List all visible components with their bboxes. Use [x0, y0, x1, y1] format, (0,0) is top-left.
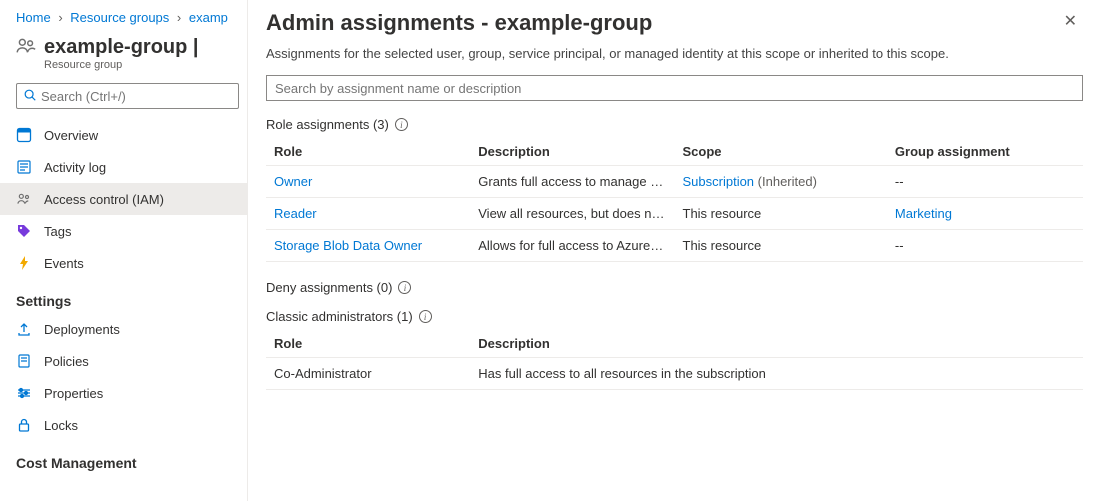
table-row[interactable]: Co-Administrator Has full access to all … — [266, 358, 1083, 390]
breadcrumb-item[interactable]: Resource groups — [70, 10, 169, 25]
sidebar-section-cost-management: Cost Management — [0, 441, 247, 475]
panel-search-input[interactable] — [267, 76, 1082, 100]
sidebar-item-overview[interactable]: Overview — [0, 119, 247, 151]
sidebar-item-label: Policies — [44, 354, 89, 369]
sidebar-item-label: Access control (IAM) — [44, 192, 164, 207]
breadcrumb: Home › Resource groups › examp — [0, 6, 247, 31]
col-description[interactable]: Description — [470, 138, 674, 166]
col-role[interactable]: Role — [266, 330, 470, 358]
sidebar-search[interactable] — [16, 83, 239, 109]
people-icon — [16, 191, 32, 207]
role-link[interactable]: Reader — [274, 206, 317, 221]
col-role[interactable]: Role — [266, 138, 470, 166]
properties-icon — [16, 385, 32, 401]
lightning-icon — [16, 255, 32, 271]
chevron-right-icon: › — [58, 10, 62, 25]
sidebar-item-events[interactable]: Events — [0, 247, 247, 279]
people-icon — [14, 35, 38, 57]
cell-group: -- — [887, 230, 1083, 262]
sidebar: Home › Resource groups › examp example-g… — [0, 0, 248, 501]
cell-scope: This resource — [675, 230, 887, 262]
table-row[interactable]: Reader View all resources, but does not…… — [266, 198, 1083, 230]
cell-description: View all resources, but does not… — [470, 198, 674, 230]
sidebar-item-label: Overview — [44, 128, 98, 143]
group-link[interactable]: Marketing — [895, 206, 952, 221]
deny-assignments-heading: Deny assignments (0) i — [266, 280, 1083, 295]
scope-suffix: (Inherited) — [758, 174, 817, 189]
panel-search[interactable] — [266, 75, 1083, 101]
table-row[interactable]: Owner Grants full access to manage all …… — [266, 166, 1083, 198]
cell-description: Grants full access to manage all … — [470, 166, 674, 198]
lock-icon — [16, 417, 32, 433]
page-title: example-group | — [44, 35, 199, 59]
role-link[interactable]: Owner — [274, 174, 312, 189]
sidebar-search-input[interactable] — [37, 89, 232, 104]
cell-scope: This resource — [675, 198, 887, 230]
sidebar-item-label: Locks — [44, 418, 78, 433]
cell-group: -- — [887, 166, 1083, 198]
close-icon[interactable]: ✕ — [1058, 8, 1083, 36]
sidebar-item-label: Activity log — [44, 160, 106, 175]
sidebar-section-settings: Settings — [0, 279, 247, 313]
breadcrumb-item[interactable]: Home — [16, 10, 51, 25]
sidebar-item-label: Events — [44, 256, 84, 271]
chevron-right-icon: › — [177, 10, 181, 25]
log-icon — [16, 159, 32, 175]
overview-icon — [16, 127, 32, 143]
table-row[interactable]: Storage Blob Data Owner Allows for full … — [266, 230, 1083, 262]
classic-admins-heading: Classic administrators (1) i — [266, 309, 1083, 324]
page-subtitle: Resource group — [44, 59, 199, 71]
sidebar-item-label: Properties — [44, 386, 103, 401]
admin-assignments-panel: Admin assignments - example-group ✕ Assi… — [248, 0, 1101, 501]
upload-icon — [16, 321, 32, 337]
classic-admins-table: Role Description Co-Administrator Has fu… — [266, 330, 1083, 390]
cell-role: Co-Administrator — [266, 358, 470, 390]
sidebar-item-locks[interactable]: Locks — [0, 409, 247, 441]
panel-title: Admin assignments - example-group — [266, 10, 652, 36]
info-icon[interactable]: i — [398, 281, 411, 294]
role-assignments-table: Role Description Scope Group assignment … — [266, 138, 1083, 262]
sidebar-item-policies[interactable]: Policies — [0, 345, 247, 377]
sidebar-item-deployments[interactable]: Deployments — [0, 313, 247, 345]
sidebar-item-access-control[interactable]: Access control (IAM) — [0, 183, 247, 215]
col-scope[interactable]: Scope — [675, 138, 887, 166]
breadcrumb-item[interactable]: examp — [189, 10, 228, 25]
sidebar-item-label: Tags — [44, 224, 71, 239]
cell-description: Allows for full access to Azure S… — [470, 230, 674, 262]
sidebar-item-activity-log[interactable]: Activity log — [0, 151, 247, 183]
info-icon[interactable]: i — [419, 310, 432, 323]
role-assignments-heading: Role assignments (3) i — [266, 117, 1083, 132]
policy-icon — [16, 353, 32, 369]
info-icon[interactable]: i — [395, 118, 408, 131]
sidebar-item-properties[interactable]: Properties — [0, 377, 247, 409]
sidebar-item-label: Deployments — [44, 322, 120, 337]
tag-icon — [16, 223, 32, 239]
scope-link[interactable]: Subscription — [683, 174, 755, 189]
panel-description: Assignments for the selected user, group… — [266, 46, 1083, 61]
sidebar-item-tags[interactable]: Tags — [0, 215, 247, 247]
cell-description: Has full access to all resources in the … — [470, 358, 1083, 390]
col-group[interactable]: Group assignment — [887, 138, 1083, 166]
search-icon — [23, 88, 37, 105]
col-description[interactable]: Description — [470, 330, 1083, 358]
role-link[interactable]: Storage Blob Data Owner — [274, 238, 422, 253]
